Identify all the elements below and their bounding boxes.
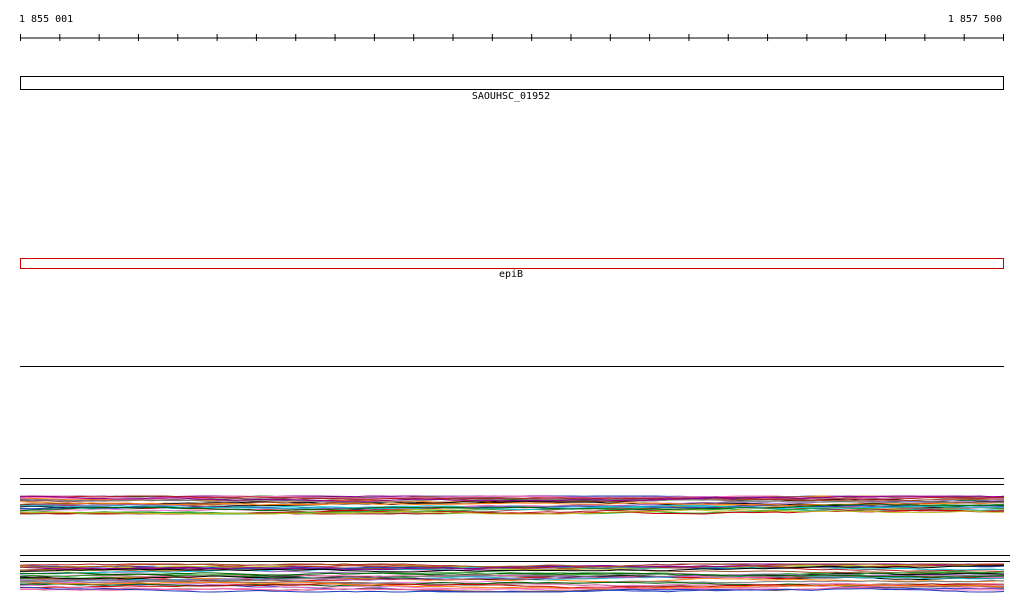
ruler-end-label: 1 857 500 [947, 14, 1002, 25]
coordinate-ruler [20, 34, 1004, 41]
gene-label-SAOUHSC_01952: SAOUHSC_01952 [471, 91, 551, 102]
profile-track-1 [19, 478, 1005, 515]
profile-track-2-lines [19, 563, 1005, 593]
ruler-start-label: 1 855 001 [19, 14, 74, 25]
gene-label-epiB: epiB [498, 269, 524, 280]
profile-track-2 [19, 555, 1010, 593]
gene-feature-SAOUHSC_01952[interactable] [20, 76, 1004, 90]
gene-feature-epiB[interactable] [20, 258, 1004, 269]
profile-track-1-lines [19, 495, 1005, 515]
